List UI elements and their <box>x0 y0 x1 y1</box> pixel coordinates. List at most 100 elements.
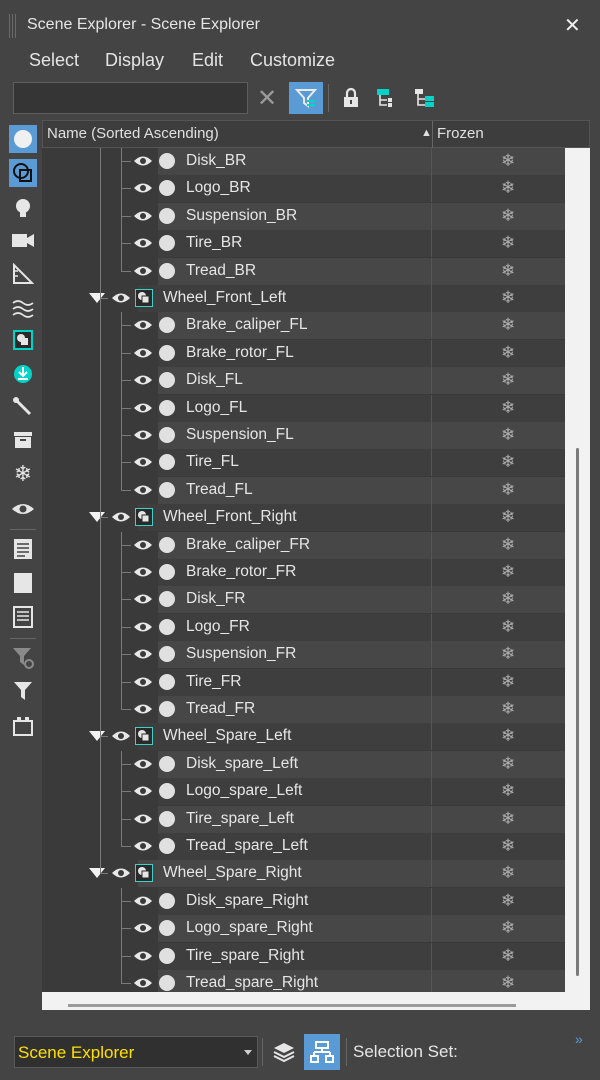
frozen-toggle-icon[interactable]: ❄ <box>501 617 515 637</box>
name-column-header[interactable]: Name (Sorted Ascending) <box>47 125 219 142</box>
display-groups-icon[interactable] <box>9 326 37 354</box>
object-label[interactable]: Brake_caliper_FL <box>186 316 307 334</box>
tree-row[interactable]: Disk_FR ❄ <box>42 586 565 615</box>
group-label[interactable]: Wheel_Front_Left <box>163 289 286 307</box>
frozen-toggle-icon[interactable]: ❄ <box>501 726 515 746</box>
visibility-eye-icon[interactable] <box>133 455 153 469</box>
display-none-icon[interactable] <box>9 569 37 597</box>
frozen-toggle-icon[interactable]: ❄ <box>501 781 515 801</box>
tree-row[interactable]: Logo_spare_Left ❄ <box>42 778 565 807</box>
tree-row[interactable]: Tire_FL ❄ <box>42 449 565 478</box>
geometry-object-icon[interactable] <box>159 838 175 854</box>
visibility-eye-icon[interactable] <box>111 291 131 305</box>
sort-by-hierarchy-icon[interactable] <box>304 1034 340 1070</box>
tree-row[interactable]: Tread_spare_Left ❄ <box>42 833 565 860</box>
frozen-toggle-icon[interactable]: ❄ <box>501 863 515 883</box>
visibility-eye-icon[interactable] <box>133 921 153 935</box>
display-xrefs-icon[interactable] <box>9 360 37 388</box>
filter-options-icon[interactable] <box>9 644 37 672</box>
visibility-eye-icon[interactable] <box>133 757 153 771</box>
close-button[interactable]: ✕ <box>564 13 581 38</box>
tree-row[interactable]: Tire_BR ❄ <box>42 230 565 259</box>
display-geometry-icon[interactable] <box>9 125 37 153</box>
group-label[interactable]: Wheel_Spare_Right <box>163 864 302 882</box>
tree-row[interactable]: Tread_FR ❄ <box>42 696 565 723</box>
expand-arrow-icon[interactable] <box>89 731 105 742</box>
display-cameras-icon[interactable] <box>9 226 37 254</box>
object-label[interactable]: Logo_spare_Left <box>186 782 302 800</box>
geometry-object-icon[interactable] <box>159 207 175 224</box>
object-label[interactable]: Logo_FR <box>186 618 250 636</box>
frozen-toggle-icon[interactable]: ❄ <box>501 809 515 829</box>
geometry-object-icon[interactable] <box>159 399 175 416</box>
object-label[interactable]: Brake_rotor_FL <box>186 344 294 362</box>
frozen-toggle-icon[interactable]: ❄ <box>501 973 515 993</box>
group-label[interactable]: Wheel_Front_Right <box>163 508 297 526</box>
visibility-eye-icon[interactable] <box>133 236 153 250</box>
group-icon[interactable] <box>135 864 153 883</box>
display-containers-icon[interactable] <box>9 426 37 454</box>
visibility-eye-icon[interactable] <box>133 812 153 826</box>
object-label[interactable]: Disk_spare_Right <box>186 892 308 910</box>
object-label[interactable]: Logo_FL <box>186 399 247 417</box>
search-input[interactable] <box>13 82 248 114</box>
visibility-eye-icon[interactable] <box>133 565 153 579</box>
tree-row[interactable]: Logo_FL ❄ <box>42 394 565 423</box>
object-label[interactable]: Disk_FL <box>186 371 243 389</box>
group-icon[interactable] <box>135 727 153 746</box>
visibility-eye-icon[interactable] <box>133 839 153 853</box>
frozen-toggle-icon[interactable]: ❄ <box>501 206 515 226</box>
layers-icon[interactable] <box>268 1036 300 1068</box>
geometry-object-icon[interactable] <box>159 892 175 909</box>
geometry-object-icon[interactable] <box>159 536 175 553</box>
geometry-object-icon[interactable] <box>159 427 175 443</box>
display-bones-icon[interactable] <box>9 393 37 421</box>
filter-icon[interactable] <box>289 82 323 114</box>
visibility-eye-icon[interactable] <box>133 647 153 661</box>
object-label[interactable]: Brake_rotor_FR <box>186 563 296 581</box>
frozen-toggle-icon[interactable]: ❄ <box>501 452 515 472</box>
frozen-toggle-icon[interactable]: ❄ <box>501 480 515 500</box>
group-row[interactable]: Wheel_Front_Left ❄ <box>42 285 565 312</box>
visibility-eye-icon[interactable] <box>133 346 153 360</box>
visibility-eye-icon[interactable] <box>111 866 131 880</box>
geometry-object-icon[interactable] <box>159 262 175 279</box>
frozen-toggle-icon[interactable]: ❄ <box>501 288 515 308</box>
frozen-toggle-icon[interactable]: ❄ <box>501 754 515 774</box>
frozen-toggle-icon[interactable]: ❄ <box>501 425 515 445</box>
object-label[interactable]: Disk_BR <box>186 152 246 170</box>
object-label[interactable]: Tread_spare_Left <box>186 837 308 855</box>
tree-row[interactable]: Brake_rotor_FL ❄ <box>42 339 565 368</box>
visibility-eye-icon[interactable] <box>133 483 153 497</box>
visibility-eye-icon[interactable] <box>133 181 153 195</box>
visibility-eye-icon[interactable] <box>133 592 153 606</box>
display-all-icon[interactable] <box>9 535 37 563</box>
frozen-toggle-icon[interactable]: ❄ <box>501 535 515 555</box>
object-label[interactable]: Tread_BR <box>186 262 256 280</box>
object-label[interactable]: Disk_FR <box>186 590 245 608</box>
geometry-object-icon[interactable] <box>159 810 175 827</box>
horizontal-scrollbar[interactable] <box>42 992 590 1010</box>
visibility-eye-icon[interactable] <box>133 675 153 689</box>
object-label[interactable]: Logo_BR <box>186 179 251 197</box>
frozen-toggle-icon[interactable]: ❄ <box>501 672 515 692</box>
horizontal-scroll-thumb[interactable] <box>68 1004 516 1007</box>
frozen-toggle-icon[interactable]: ❄ <box>501 507 515 527</box>
visibility-eye-icon[interactable] <box>133 784 153 798</box>
tree-row[interactable]: Logo_BR ❄ <box>42 175 565 204</box>
object-label[interactable]: Disk_spare_Left <box>186 755 298 773</box>
object-label[interactable]: Tire_FL <box>186 453 239 471</box>
tree-row[interactable]: Brake_rotor_FR ❄ <box>42 559 565 587</box>
geometry-object-icon[interactable] <box>159 947 175 964</box>
frozen-toggle-icon[interactable]: ❄ <box>501 644 515 664</box>
frozen-toggle-icon[interactable]: ❄ <box>501 699 515 719</box>
filter-icon[interactable] <box>9 677 37 705</box>
geometry-object-icon[interactable] <box>159 975 175 991</box>
visibility-eye-icon[interactable] <box>133 154 153 168</box>
display-shapes-icon[interactable] <box>9 159 37 187</box>
tree-row[interactable]: Logo_FR ❄ <box>42 613 565 642</box>
frozen-toggle-icon[interactable]: ❄ <box>501 370 515 390</box>
display-helpers-icon[interactable] <box>9 260 37 288</box>
frozen-toggle-icon[interactable]: ❄ <box>501 343 515 363</box>
geometry-object-icon[interactable] <box>159 153 175 169</box>
